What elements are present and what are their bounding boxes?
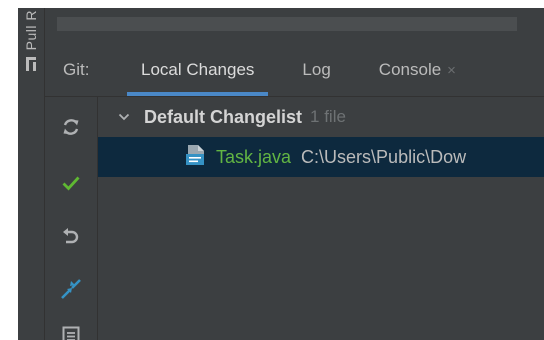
close-icon[interactable]: × — [447, 62, 456, 79]
changes-toolbar — [45, 97, 98, 340]
java-file-icon — [184, 143, 208, 172]
changelist-node[interactable]: Default Changelist 1 file — [98, 97, 544, 137]
ide-window: Pull R Git: Local Changes Log Console × — [18, 8, 544, 340]
pull-requests-side-tab[interactable]: Pull R — [18, 8, 44, 96]
changes-tree: Default Changelist 1 file Task.java C:\U… — [98, 97, 544, 340]
file-name: Task.java — [216, 146, 292, 167]
changelist-count: 1 file — [310, 107, 346, 126]
git-tool-window-tabs: Git: Local Changes Log Console × — [45, 44, 544, 97]
top-bar — [45, 8, 544, 38]
changelist-name: Default Changelist — [144, 106, 303, 127]
git-tabs-prefix: Git: — [63, 60, 90, 79]
commit-check-icon[interactable] — [59, 171, 83, 195]
tab-local-changes[interactable]: Local Changes — [117, 60, 278, 96]
tab-console[interactable]: Console × — [355, 60, 480, 96]
tab-label: Log — [302, 60, 331, 79]
tab-log[interactable]: Log — [278, 60, 354, 96]
tab-label: Local Changes — [141, 60, 255, 79]
side-tab-label: Pull R — [23, 10, 39, 51]
file-row[interactable]: Task.java C:\Users\Public\Dow — [98, 137, 544, 177]
shelve-icon[interactable] — [59, 277, 83, 301]
chevron-down-icon[interactable] — [118, 109, 144, 126]
file-path: C:\Users\Public\Dow — [301, 146, 467, 167]
rollback-icon[interactable] — [59, 224, 83, 248]
refresh-icon[interactable] — [59, 115, 83, 139]
top-strip — [57, 17, 517, 31]
tab-label: Console — [378, 60, 442, 79]
left-tool-stripe: Pull R — [18, 8, 45, 340]
pull-request-icon — [24, 56, 38, 77]
details-icon[interactable] — [59, 324, 83, 340]
